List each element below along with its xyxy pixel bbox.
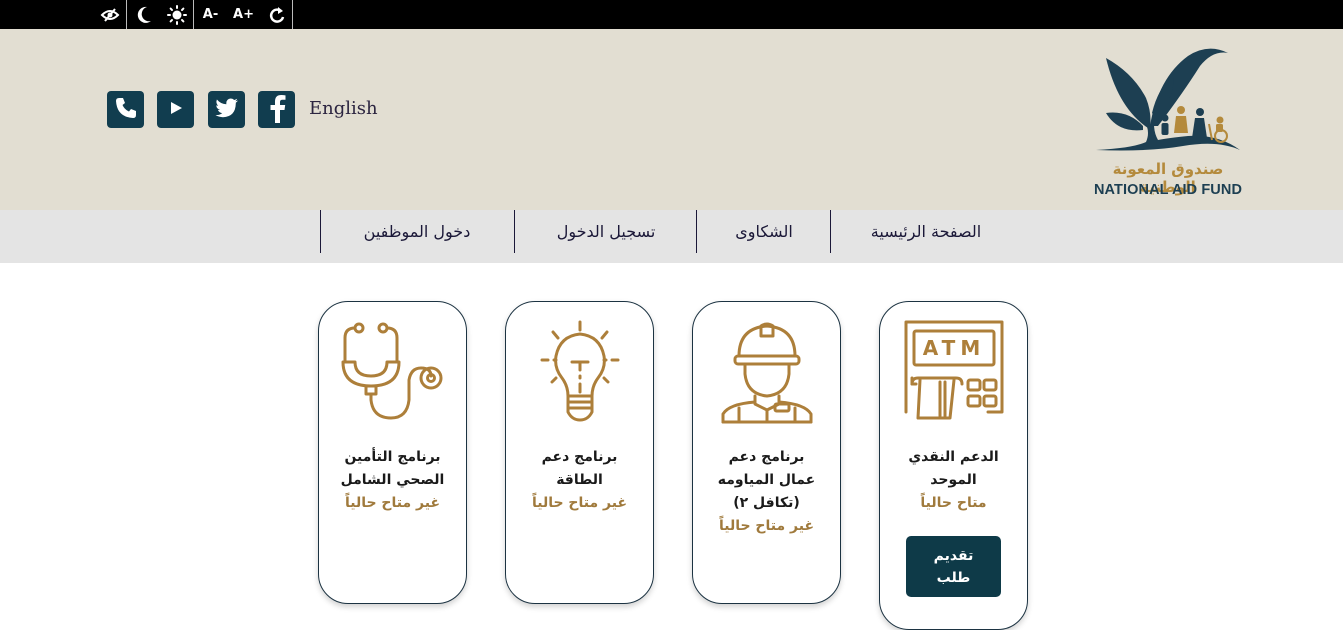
nav-divider	[320, 210, 321, 253]
font-decrease-button[interactable]: A-	[194, 0, 227, 29]
program-title-line: برنامج دعم	[541, 449, 618, 465]
toolbar-divider	[292, 0, 293, 29]
program-title: برنامج دعم عمال المياومه (تكافل ٢) غير م…	[697, 446, 836, 538]
twitter-icon	[215, 98, 239, 122]
reset-icon	[269, 6, 285, 24]
program-title-line: عمال المياومه	[717, 472, 816, 488]
nav-divider	[514, 210, 515, 253]
nav-employee-login[interactable]: دخول الموظفين	[324, 215, 510, 249]
svg-text:ATM: ATM	[923, 336, 985, 360]
program-title-line: الصحي الشامل	[340, 472, 445, 488]
program-status: غير متاح حالياً	[718, 518, 815, 534]
accessibility-toolbar: A- A+	[0, 0, 1343, 29]
program-title-line: برنامج دعم	[728, 449, 805, 465]
stethoscope-icon	[341, 318, 445, 424]
logo-english-name: NATIONAL AID FUND	[1093, 182, 1243, 198]
font-increase-button[interactable]: A+	[227, 0, 260, 29]
lightbulb-icon	[528, 318, 632, 424]
program-title: الدعم النقدي الموحد متاح حالياً	[884, 446, 1023, 515]
program-title: برنامج دعم الطاقة غير متاح حالياً	[510, 446, 649, 515]
program-status: غير متاح حالياً	[344, 495, 441, 511]
worker-icon	[715, 318, 819, 424]
program-card-unified-cash-support[interactable]: ATM الدعم النقدي الموحد متاح حالياً تقدي…	[879, 301, 1028, 630]
program-title-line: برنامج التأمين	[344, 449, 441, 465]
program-status: غير متاح حالياً	[531, 495, 628, 511]
program-title: برنامج التأمين الصحي الشامل غير متاح حال…	[323, 446, 462, 515]
logo-emblem-icon	[1096, 48, 1240, 151]
eye-slash-icon	[100, 7, 120, 22]
main-navigation: الصفحة الرئيسية الشكاوى تسجيل الدخول دخو…	[0, 210, 1343, 263]
program-card-daily-workers-support[interactable]: برنامج دعم عمال المياومه (تكافل ٢) غير م…	[692, 301, 841, 604]
nav-login[interactable]: تسجيل الدخول	[518, 215, 694, 249]
nav-divider	[830, 210, 831, 253]
site-header: English صندوق المعونة الوطنية NATIONAL A…	[0, 29, 1343, 210]
phone-icon	[114, 96, 138, 124]
youtube-play-icon	[169, 100, 183, 119]
twitter-link[interactable]	[208, 91, 245, 128]
program-card-health-insurance[interactable]: برنامج التأمين الصحي الشامل غير متاح حال…	[318, 301, 467, 604]
nav-complaints[interactable]: الشكاوى	[700, 215, 828, 249]
program-title-line: (تكافل ٢)	[733, 495, 800, 511]
accessibility-group-visual	[93, 0, 126, 29]
accessibility-group-theme	[127, 0, 193, 29]
apply-button[interactable]: تقديم طلب	[906, 536, 1001, 597]
dark-mode-button[interactable]	[127, 0, 160, 29]
sun-icon	[166, 4, 187, 25]
program-status: متاح حالياً	[920, 495, 987, 511]
phone-link[interactable]	[107, 91, 144, 128]
program-card-energy-support[interactable]: برنامج دعم الطاقة غير متاح حالياً	[505, 301, 654, 604]
reset-button[interactable]	[260, 0, 293, 29]
atm-icon: ATM	[902, 318, 1006, 424]
facebook-link[interactable]	[258, 91, 295, 128]
facebook-icon	[266, 93, 288, 127]
program-title-line: الطاقة	[556, 472, 603, 488]
hide-images-button[interactable]	[93, 0, 126, 29]
program-title-line: الدعم النقدي	[908, 449, 999, 465]
program-title-line: الموحد	[930, 472, 977, 488]
english-language-link[interactable]: English	[309, 98, 378, 119]
nav-divider	[696, 210, 697, 253]
light-mode-button[interactable]	[160, 0, 193, 29]
youtube-link[interactable]	[157, 91, 194, 128]
national-aid-fund-logo[interactable]: صندوق المعونة الوطنية NATIONAL AID FUND	[1088, 38, 1248, 203]
accessibility-group-font: A- A+	[194, 0, 293, 29]
moon-icon	[136, 6, 152, 24]
nav-home[interactable]: الصفحة الرئيسية	[846, 215, 1006, 249]
